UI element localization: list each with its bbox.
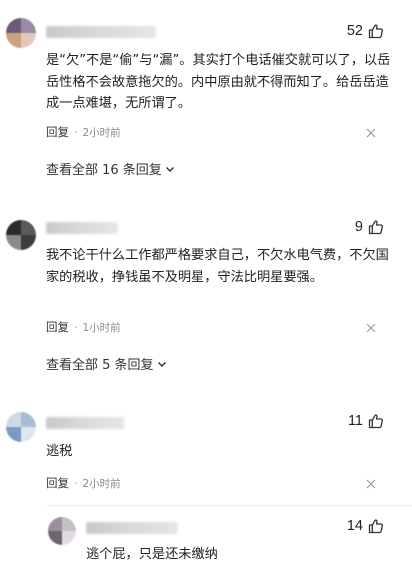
thumbs-up-icon: [368, 519, 383, 534]
chevron-down-icon: [157, 361, 166, 367]
comment-meta: 回复 · 2小时前: [46, 124, 121, 140]
comment-item: 9 我不论干什么工作都严格要求自己，不欠水电气费，不欠国家的税收，挣钱虽不及明星…: [0, 205, 412, 390]
avatar[interactable]: [48, 517, 76, 545]
comment-time: 2小时前: [82, 126, 121, 139]
comment-time: 1小时前: [82, 321, 121, 334]
thumbs-up-icon: [368, 414, 383, 429]
username-redacted[interactable]: [46, 417, 124, 429]
view-replies-label: 查看全部 16 条回复: [46, 163, 162, 178]
separator-dot: ·: [74, 476, 78, 490]
chevron-down-icon: [165, 166, 174, 172]
reply-button[interactable]: 回复: [46, 319, 69, 335]
thumbs-up-icon: [368, 220, 383, 235]
thumbs-up-icon: [368, 24, 383, 39]
reply-button[interactable]: 回复: [46, 475, 69, 491]
view-replies-link[interactable]: 查看全部 5 条回复: [46, 354, 168, 373]
close-icon[interactable]: [366, 479, 376, 489]
close-icon[interactable]: [366, 323, 376, 333]
avatar[interactable]: [6, 220, 36, 250]
comment-time: 2小时前: [82, 477, 121, 490]
separator-dot: ·: [74, 125, 78, 139]
separator-dot: ·: [74, 320, 78, 334]
like-count: 52: [346, 23, 363, 39]
like-button[interactable]: 9: [355, 219, 384, 235]
close-icon[interactable]: [366, 128, 376, 138]
comment-text: 是“欠”不是“偷”与“漏”。其实打个电话催交就可以了，以岳岳性格不会故意拖欠的。…: [46, 53, 391, 111]
reply-item: 14 逃个屁，只是还未缴纳: [0, 505, 412, 578]
like-button[interactable]: 52: [347, 23, 384, 39]
avatar[interactable]: [6, 412, 36, 442]
comment-meta: 回复 · 1小时前: [46, 319, 121, 335]
username-redacted[interactable]: [46, 222, 118, 234]
comment-item: 11 逃税 回复 · 2小时前: [0, 395, 412, 500]
comment-text: 我不论干什么工作都严格要求自己，不欠水电气费，不欠国家的税收，挣钱虽不及明星，守…: [46, 248, 389, 285]
view-replies-link[interactable]: 查看全部 16 条回复: [46, 159, 176, 178]
like-button[interactable]: 14: [347, 518, 384, 534]
comment-text: 逃税: [46, 444, 73, 459]
like-button[interactable]: 11: [348, 413, 384, 429]
username-redacted[interactable]: [86, 522, 178, 534]
comment-meta: 回复 · 2小时前: [46, 475, 121, 491]
like-count: 9: [354, 219, 363, 235]
avatar[interactable]: [6, 18, 36, 48]
reply-button[interactable]: 回复: [46, 124, 69, 140]
reply-text: 逃个屁，只是还未缴纳: [86, 547, 218, 562]
comment-item: 52 是“欠”不是“偷”与“漏”。其实打个电话催交就可以了，以岳岳性格不会故意拖…: [0, 0, 412, 190]
like-count: 14: [346, 518, 363, 534]
username-redacted[interactable]: [46, 26, 156, 38]
like-count: 11: [347, 413, 363, 429]
reply-divider: [46, 505, 412, 506]
view-replies-label: 查看全部 5 条回复: [46, 358, 154, 373]
